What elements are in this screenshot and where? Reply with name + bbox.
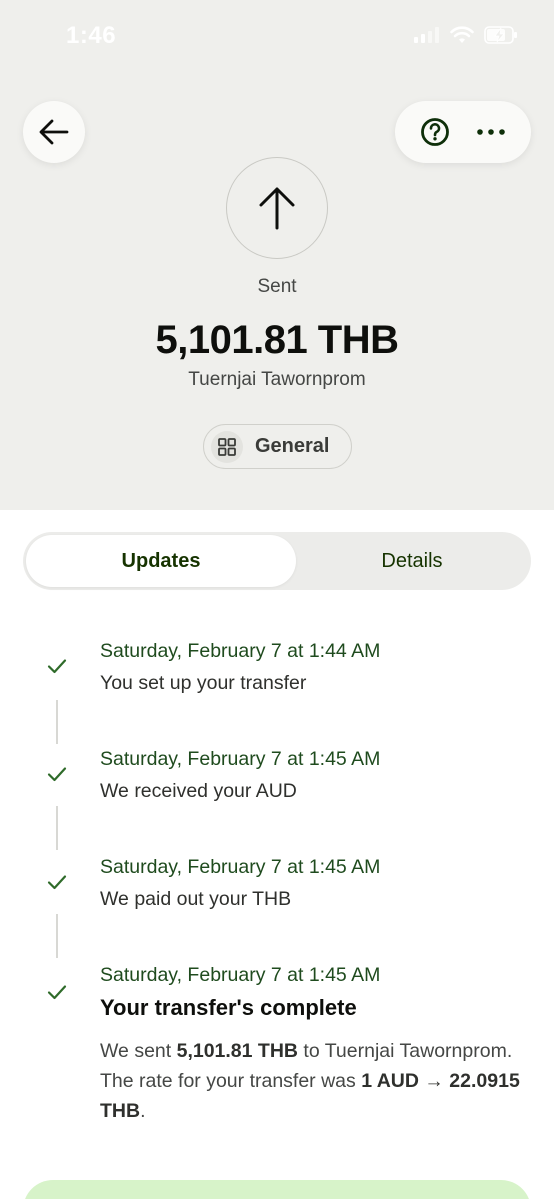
timeline-text: We received your AUD xyxy=(100,780,297,802)
timeline-connector xyxy=(56,806,58,850)
transfer-amount: 5,101.81 THB xyxy=(155,318,399,362)
timeline-date: Saturday, February 7 at 1:44 AM xyxy=(100,640,381,662)
category-grid-icon xyxy=(211,430,243,463)
tab-details[interactable]: Details xyxy=(296,535,528,587)
check-icon xyxy=(47,767,67,782)
wifi-icon xyxy=(450,26,474,43)
recipient-name: Tuernjai Tawornprom xyxy=(188,369,366,390)
more-options-button[interactable] xyxy=(469,110,513,154)
header-actions xyxy=(395,101,531,163)
timeline-date: Saturday, February 7 at 1:45 AM xyxy=(100,856,381,878)
more-horizontal-icon xyxy=(477,129,505,135)
arrow-left-icon xyxy=(39,119,69,145)
timeline-title: Your transfer's complete xyxy=(100,995,357,1020)
timeline-date: Saturday, February 7 at 1:45 AM xyxy=(100,964,381,986)
tab-updates[interactable]: Updates xyxy=(26,535,296,587)
primary-action-button[interactable] xyxy=(23,1180,531,1199)
check-icon xyxy=(47,985,67,1000)
status-bar: 1:46 xyxy=(0,0,554,76)
battery-charging-icon xyxy=(484,26,517,44)
back-button[interactable] xyxy=(23,101,85,163)
help-button[interactable] xyxy=(413,110,457,154)
transfer-header: 1:46 Sent 5,101.81 THB Tuernjai Tawornpr… xyxy=(0,0,554,510)
timeline-connector xyxy=(56,914,58,958)
timeline-connector xyxy=(56,700,58,744)
timeline-text: You set up your transfer xyxy=(100,672,307,694)
cellular-signal-icon xyxy=(414,27,439,43)
timeline-text: We paid out your THB xyxy=(100,888,292,910)
status-icons xyxy=(414,26,518,44)
transfer-status-label: Sent xyxy=(257,276,297,297)
arrow-up-icon xyxy=(259,187,295,230)
transfer-summary: We sent 5,101.81 THB to Tuernjai Tawornp… xyxy=(100,1040,520,1122)
help-icon xyxy=(421,118,449,146)
category-chip[interactable]: General xyxy=(203,424,352,469)
sent-status-badge xyxy=(226,157,328,259)
summary-amount: 5,101.81 THB xyxy=(176,1040,298,1062)
check-icon xyxy=(47,875,67,890)
tab-bar: Updates Details xyxy=(23,532,531,590)
category-label: General xyxy=(255,435,330,457)
timeline-date: Saturday, February 7 at 1:45 AM xyxy=(100,748,381,770)
status-time: 1:46 xyxy=(66,22,117,49)
check-icon xyxy=(47,659,67,674)
